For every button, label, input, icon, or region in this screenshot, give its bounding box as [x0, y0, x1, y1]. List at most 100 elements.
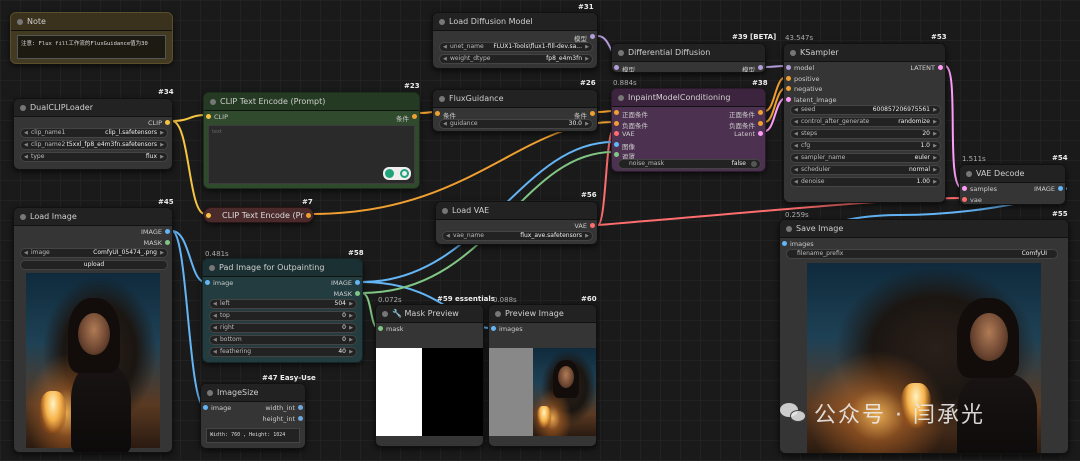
pad-bottom-input[interactable]: ◀ bottom 0 ▶	[209, 335, 357, 345]
noise-mask-toggle[interactable]: noise_mask false	[618, 159, 761, 169]
load-vae-node[interactable]: Load VAE VAE ◀ vae_name flux_ave.safetenso…	[435, 201, 598, 245]
output-socket-width[interactable]	[298, 405, 303, 410]
upload-button[interactable]: upload	[20, 260, 168, 270]
extension-icon-green[interactable]	[383, 167, 411, 180]
vae-name-select[interactable]: ◀ vae_name flux_ave.safetensors ▶	[442, 231, 593, 241]
output-socket-negative[interactable]	[758, 121, 763, 126]
clip-name1-select[interactable]: ◀ clip_name1 clip_l.safetensors ▶	[20, 128, 168, 138]
output-socket-height[interactable]	[298, 416, 303, 421]
inpaint-model-conditioning-node[interactable]: InpaintModelConditioning 正面条件 负面条件 VAE 图…	[611, 88, 766, 172]
node-title: Pad Image for Outpainting	[203, 259, 362, 277]
input-label-vae: vae	[970, 196, 982, 204]
input-socket-positive[interactable]	[786, 76, 791, 81]
differential-diffusion-node[interactable]: Differential Diffusion 模型 模型	[611, 43, 766, 73]
input-socket-samples[interactable]	[962, 186, 967, 191]
output-socket-positive[interactable]	[758, 110, 763, 115]
seed-input[interactable]: ◀ seed 600857206975561 ▶	[790, 105, 941, 115]
output-socket-latent[interactable]	[758, 131, 763, 136]
input-label-image: image	[213, 279, 234, 287]
input-socket-mask[interactable]	[378, 326, 383, 331]
note-node[interactable]: Note 注意: Flux fill工作流的FluxGuidance值为30	[10, 12, 173, 64]
output-socket-mask[interactable]	[165, 240, 170, 245]
output-label-positive: 正面条件	[729, 111, 755, 119]
weight-dtype-select[interactable]: ◀ weight_dtype fp8_e4m3fn ▶	[439, 54, 593, 64]
pad-right-input[interactable]: ◀ right 0 ▶	[209, 323, 357, 333]
unet-name-select[interactable]: ◀ unet_name FLUX1-Tools\flux1-fill-dev.sa.…	[439, 42, 593, 52]
input-socket-clip[interactable]	[206, 213, 211, 218]
vae-decode-node[interactable]: VAE Decode samples vae IMAGE	[959, 164, 1066, 205]
output-socket-conditioning[interactable]	[412, 114, 417, 119]
clip-text-encode-positive-node[interactable]: CLIP Text Encode (Prompt) CLIP 条件 text	[203, 92, 420, 189]
input-socket-conditioning[interactable]	[435, 111, 440, 116]
output-socket-latent[interactable]	[938, 65, 943, 70]
load-image-node[interactable]: Load Image IMAGE MASK ◀ image ComfyUI_0547…	[13, 207, 173, 453]
output-socket-vae[interactable]	[590, 223, 595, 228]
flux-guidance-node[interactable]: FluxGuidance 条件 条件 ◀ guidance 30.0 ▶	[432, 89, 598, 132]
input-socket-image[interactable]	[203, 405, 208, 410]
output-label-mask: MASK	[333, 290, 352, 298]
exec-timing: 0.884s	[613, 79, 637, 87]
pad-top-input[interactable]: ◀ top 0 ▶	[209, 311, 357, 321]
input-socket-latent[interactable]	[786, 97, 791, 102]
input-socket-negative[interactable]	[786, 86, 791, 91]
node-id-badge: #56	[581, 191, 597, 199]
sampler-name-select[interactable]: ◀ sampler_name euler ▶	[790, 153, 941, 163]
ksampler-node[interactable]: KSampler model positive negative latent_…	[783, 43, 946, 203]
input-socket-negative[interactable]	[614, 121, 619, 126]
image-size-node[interactable]: ImageSize image width_int height_int Wid…	[200, 383, 306, 449]
dualclip-loader-node[interactable]: DualCLIPLoader CLIP ◀ clip_name1 clip_l.sa…	[13, 98, 173, 170]
input-socket-image[interactable]	[614, 142, 619, 147]
pad-image-outpainting-node[interactable]: Pad Image for Outpainting image IMAGE MA…	[202, 258, 363, 363]
node-title: InpaintModelConditioning	[612, 89, 765, 107]
node-id-badge: #34	[158, 88, 174, 96]
output-socket-conditioning[interactable]	[590, 111, 595, 116]
node-title: Load VAE	[436, 202, 597, 220]
input-socket-images[interactable]	[782, 241, 787, 246]
output-socket-conditioning[interactable]	[306, 213, 311, 218]
mask-preview-node[interactable]: 🔧 Mask Preview mask	[375, 304, 484, 447]
node-id-badge: #26	[580, 79, 596, 87]
input-label-model: 模型	[622, 66, 635, 73]
output-socket-model[interactable]	[590, 34, 595, 39]
clip-name2-select[interactable]: ◀ clip_name2 t5xxl_fp8_e4m3fn.safetensors ▶	[20, 140, 168, 150]
filename-prefix-input[interactable]: filename_prefix ComfyUI	[786, 249, 1058, 259]
node-title: FluxGuidance	[433, 90, 597, 108]
node-id-badge: #55	[1052, 210, 1068, 218]
output-label-conditioning: 条件	[396, 115, 409, 123]
guidance-number-input[interactable]: ◀ guidance 30.0 ▶	[439, 119, 593, 129]
scheduler-select[interactable]: ◀ scheduler normal ▶	[790, 165, 941, 175]
feathering-input[interactable]: ◀ feathering 40 ▶	[209, 347, 357, 357]
input-socket-vae[interactable]	[614, 131, 619, 136]
input-socket-images[interactable]	[491, 326, 496, 331]
preview-image-node[interactable]: Preview Image images	[488, 304, 597, 447]
output-socket-image[interactable]	[1058, 186, 1063, 191]
cfg-input[interactable]: ◀ cfg 1.0 ▶	[790, 141, 941, 151]
input-socket-clip[interactable]	[206, 114, 211, 119]
input-socket-positive[interactable]	[614, 110, 619, 115]
input-label-clip: CLIP	[214, 113, 228, 121]
output-socket-image[interactable]	[355, 280, 360, 285]
output-socket-image[interactable]	[165, 229, 170, 234]
load-diffusion-model-node[interactable]: Load Diffusion Model 模型 ◀ unet_name FLUX1-…	[432, 12, 598, 69]
input-socket-image[interactable]	[205, 280, 210, 285]
pad-left-input[interactable]: ◀ left 504 ▶	[209, 299, 357, 309]
input-socket-model[interactable]	[786, 65, 791, 70]
node-title: CLIP Text Encode (Prompt)	[204, 93, 419, 111]
output-label-negative: 负面条件	[729, 122, 755, 130]
input-label-negative: 负面条件	[622, 122, 648, 130]
note-text-area[interactable]: 注意: Flux fill工作流的FluxGuidance值为30	[17, 35, 166, 59]
output-socket-mask[interactable]	[355, 291, 360, 296]
output-socket-model[interactable]	[758, 65, 763, 70]
input-socket-mask[interactable]	[614, 152, 619, 157]
clip-text-encode-negative-node[interactable]: CLIP Text Encode (Pr	[203, 207, 314, 223]
denoise-input[interactable]: ◀ denoise 1.00 ▶	[790, 177, 941, 187]
input-socket-vae[interactable]	[962, 197, 967, 202]
input-socket-model[interactable]	[614, 65, 619, 70]
control-after-generate-select[interactable]: ◀ control_after_generate randomize ▶	[790, 117, 941, 127]
output-socket-clip[interactable]	[165, 120, 170, 125]
input-label-latent: latent_image	[794, 96, 837, 104]
clip-type-select[interactable]: ◀ type flux ▶	[20, 152, 168, 162]
image-select[interactable]: ◀ image ComfyUI_05474_.png ▶	[20, 248, 168, 258]
steps-input[interactable]: ◀ steps 20 ▶	[790, 129, 941, 139]
output-label-vae: VAE	[574, 222, 587, 230]
